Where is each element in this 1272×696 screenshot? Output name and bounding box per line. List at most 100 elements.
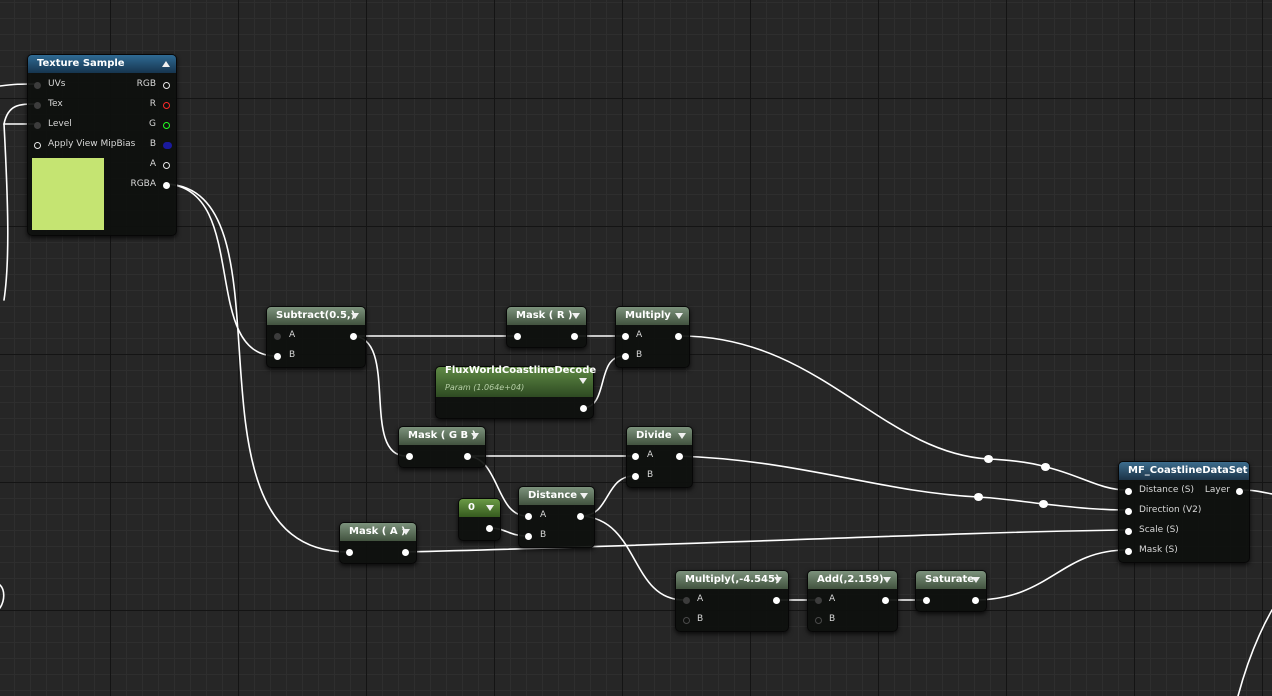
output-pin[interactable] xyxy=(882,597,889,604)
expand-arrow-icon[interactable] xyxy=(351,313,359,319)
expand-arrow-icon[interactable] xyxy=(572,313,580,319)
input-pin-a[interactable] xyxy=(683,597,690,604)
pin-label: Direction (V2) xyxy=(1139,505,1202,515)
output-pin[interactable] xyxy=(486,525,493,532)
expand-arrow-icon[interactable] xyxy=(883,577,891,583)
scalar-parameter-node[interactable]: FluxWorldCoastlineDecode Param (1.064e+0… xyxy=(435,365,596,419)
input-pin-distance[interactable] xyxy=(1125,488,1132,495)
mask-a-node[interactable]: Mask ( A ) xyxy=(339,522,417,564)
mask-gb-node[interactable]: Mask ( G B ) xyxy=(398,426,486,468)
expand-arrow-icon[interactable] xyxy=(579,378,587,384)
output-pin-g[interactable] xyxy=(163,122,170,129)
output-pin[interactable] xyxy=(676,453,683,460)
input-pin-b[interactable] xyxy=(683,617,690,624)
expand-arrow-icon[interactable] xyxy=(486,505,494,511)
output-pin[interactable] xyxy=(350,333,357,340)
multiply-const-node[interactable]: Multiply(,-4.545) A B xyxy=(675,570,789,632)
constant-header[interactable]: 0 xyxy=(459,499,500,517)
reroute-knot[interactable] xyxy=(1039,500,1048,508)
material-function-header[interactable]: MF_CoastlineDataSet xyxy=(1119,462,1249,480)
input-pin-mipbias[interactable] xyxy=(34,142,41,149)
wire-rgba-to-subtract-b xyxy=(166,183,277,357)
input-pin[interactable] xyxy=(514,333,521,340)
output-pin-rgba[interactable] xyxy=(163,182,170,189)
input-pin-b[interactable] xyxy=(622,353,629,360)
divide-header[interactable]: Divide xyxy=(627,427,692,445)
saturate-header[interactable]: Saturate xyxy=(916,571,986,589)
input-pin-a[interactable] xyxy=(274,333,281,340)
add-const-node[interactable]: Add(,2.159) A B xyxy=(807,570,898,632)
reroute-knot[interactable] xyxy=(974,493,983,501)
pin-label: Scale (S) xyxy=(1139,525,1179,535)
input-pin-a[interactable] xyxy=(622,333,629,340)
input-pin-a[interactable] xyxy=(815,597,822,604)
input-pin[interactable] xyxy=(406,453,413,460)
multiply-node[interactable]: Multiply A B xyxy=(615,306,690,368)
wire-distance-to-multiply2 xyxy=(581,515,685,601)
pin-label: Level xyxy=(48,119,72,129)
wire-divide-to-function-direction xyxy=(677,455,1128,511)
material-function-node[interactable]: MF_CoastlineDataSet Distance (S) Directi… xyxy=(1118,461,1250,563)
node-title: Divide xyxy=(636,430,672,441)
output-pin[interactable] xyxy=(972,597,979,604)
output-pin-layer[interactable] xyxy=(1236,488,1243,495)
input-pin-uvs[interactable] xyxy=(34,82,41,89)
expand-arrow-icon[interactable] xyxy=(471,433,479,439)
expand-arrow-icon[interactable] xyxy=(402,529,410,535)
input-pin-level[interactable] xyxy=(34,122,41,129)
pin-label: B xyxy=(829,614,836,624)
reroute-knot[interactable] xyxy=(984,455,993,463)
expand-arrow-icon[interactable] xyxy=(774,577,782,583)
expand-arrow-icon[interactable] xyxy=(580,493,588,499)
output-pin-b[interactable] xyxy=(163,142,172,149)
add-const-header[interactable]: Add(,2.159) xyxy=(808,571,897,589)
input-pin-direction[interactable] xyxy=(1125,508,1132,515)
mask-r-node[interactable]: Mask ( R ) xyxy=(506,306,587,348)
output-pin[interactable] xyxy=(577,513,584,520)
input-pin-scale[interactable] xyxy=(1125,528,1132,535)
input-pin[interactable] xyxy=(346,549,353,556)
output-pin[interactable] xyxy=(580,405,587,412)
output-pin-a[interactable] xyxy=(163,162,170,169)
input-pin-tex[interactable] xyxy=(34,102,41,109)
input-pin-b[interactable] xyxy=(274,353,281,360)
divide-node[interactable]: Divide A B xyxy=(626,426,693,488)
pin-label: Distance (S) xyxy=(1139,485,1194,495)
mask-r-header[interactable]: Mask ( R ) xyxy=(507,307,586,325)
input-pin[interactable] xyxy=(923,597,930,604)
texture-sample-header[interactable]: Texture Sample xyxy=(28,55,176,73)
pin-label: B xyxy=(540,530,547,540)
multiply-const-header[interactable]: Multiply(,-4.545) xyxy=(676,571,788,589)
node-title: Add(,2.159) xyxy=(817,574,884,585)
input-pin-b[interactable] xyxy=(632,473,639,480)
input-pin-a[interactable] xyxy=(525,513,532,520)
input-pin-mask[interactable] xyxy=(1125,548,1132,555)
parameter-header[interactable]: FluxWorldCoastlineDecode Param (1.064e+0… xyxy=(436,365,596,397)
output-pin[interactable] xyxy=(402,549,409,556)
collapse-arrow-icon[interactable] xyxy=(162,61,170,67)
expand-arrow-icon[interactable] xyxy=(678,433,686,439)
distance-node[interactable]: Distance A B xyxy=(518,486,595,548)
input-pin-a[interactable] xyxy=(632,453,639,460)
subtract-node[interactable]: Subtract(0.5,) A B xyxy=(266,306,366,368)
output-pin[interactable] xyxy=(773,597,780,604)
output-pin-r[interactable] xyxy=(163,102,170,109)
output-pin[interactable] xyxy=(571,333,578,340)
subtract-header[interactable]: Subtract(0.5,) xyxy=(267,307,365,325)
input-pin-b[interactable] xyxy=(815,617,822,624)
mask-a-header[interactable]: Mask ( A ) xyxy=(340,523,416,541)
input-pin-b[interactable] xyxy=(525,533,532,540)
mask-gb-header[interactable]: Mask ( G B ) xyxy=(399,427,485,445)
saturate-node[interactable]: Saturate xyxy=(915,570,987,612)
expand-arrow-icon[interactable] xyxy=(675,313,683,319)
pin-label: B xyxy=(149,139,156,149)
expand-arrow-icon[interactable] xyxy=(972,577,980,583)
texture-sample-node[interactable]: Texture Sample UVs Tex Level Apply View … xyxy=(27,54,177,236)
multiply-header[interactable]: Multiply xyxy=(616,307,689,325)
output-pin[interactable] xyxy=(675,333,682,340)
reroute-knot[interactable] xyxy=(1041,463,1050,471)
output-pin[interactable] xyxy=(464,453,471,460)
distance-header[interactable]: Distance xyxy=(519,487,594,505)
output-pin-rgb[interactable] xyxy=(163,82,170,89)
constant-node[interactable]: 0 xyxy=(458,498,501,541)
